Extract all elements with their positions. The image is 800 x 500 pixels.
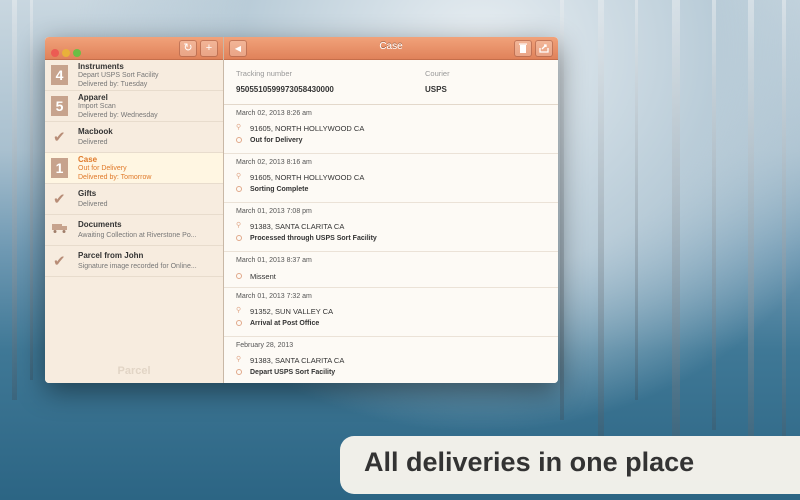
tracking-number: 9505510599973058430000	[236, 85, 334, 94]
parcel-status: Awaiting Collection at Riverstone Po...	[78, 232, 197, 239]
location-pin-icon: ⚲	[236, 173, 242, 180]
tree-decor	[635, 0, 638, 400]
tracking-header: Tracking number 9505510599973058430000 C…	[224, 59, 558, 105]
parcel-name: Gifts	[78, 189, 97, 198]
detail-pane: ◀ Case Tracking number 95055105999730584…	[224, 37, 558, 383]
parcel-name: Macbook	[78, 127, 113, 136]
event-location: 91383, SANTA CLARITA CA	[250, 356, 345, 365]
minimize-window-button[interactable]	[62, 49, 70, 57]
share-icon	[539, 44, 549, 53]
tracking-event: March 02, 2013 8:16 am ⚲ 91605, NORTH HO…	[224, 154, 558, 203]
event-location: 91383, SANTA CLARITA CA	[250, 222, 345, 231]
tree-decor	[782, 0, 786, 450]
event-status: Arrival at Post Office	[250, 320, 320, 327]
event-status: Depart USPS Sort Facility	[250, 369, 336, 376]
parcel-item-gifts[interactable]: ✔ Gifts Delivered	[45, 184, 223, 215]
event-date: March 01, 2013 8:37 am	[236, 257, 312, 264]
detail-toolbar: ◀ Case	[224, 37, 558, 60]
event-status: Processed through USPS Sort Facility	[250, 235, 377, 242]
status-dot-icon	[236, 320, 242, 326]
parcel-name: Case	[78, 155, 98, 164]
tracking-event: March 01, 2013 8:37 am Missent	[224, 252, 558, 288]
parcel-status: Delivered	[78, 139, 108, 146]
tracking-event: March 01, 2013 7:08 pm ⚲ 91383, SANTA CL…	[224, 203, 558, 252]
count-badge: 1	[51, 158, 68, 178]
parcel-item-apparel[interactable]: 5 Apparel Import Scan Delivered by: Wedn…	[45, 91, 223, 122]
event-date: March 02, 2013 8:16 am	[236, 159, 312, 166]
tree-decor	[748, 0, 754, 470]
tree-decor	[598, 0, 604, 440]
refresh-button[interactable]: ↻	[179, 40, 197, 57]
count-badge: 4	[51, 65, 68, 85]
sidebar: ↻ + 4 Instruments Depart USPS Sort Facil…	[45, 37, 224, 383]
event-location: 91352, SUN VALLEY CA	[250, 307, 334, 316]
parcel-status: Depart USPS Sort Facility	[78, 72, 159, 79]
parcel-name: Apparel	[78, 93, 108, 102]
delete-button[interactable]	[514, 40, 532, 57]
courier-value: USPS	[425, 85, 447, 94]
tracking-label: Tracking number	[236, 69, 292, 78]
tracking-event: March 01, 2013 7:32 am ⚲ 91352, SUN VALL…	[224, 288, 558, 337]
parcel-item-instruments[interactable]: 4 Instruments Depart USPS Sort Facility …	[45, 60, 223, 91]
close-window-button[interactable]	[51, 49, 59, 57]
parcel-delivery: Delivered by: Wednesday	[78, 112, 158, 119]
parcel-status: Delivered	[78, 201, 108, 208]
event-location: 91605, NORTH HOLLYWOOD CA	[250, 173, 365, 182]
parcel-name: Parcel from John	[78, 251, 144, 260]
event-status: Missent	[250, 272, 276, 281]
trash-icon	[519, 43, 527, 53]
status-dot-icon	[236, 186, 242, 192]
tree-decor	[12, 0, 17, 400]
event-date: March 01, 2013 7:32 am	[236, 293, 312, 300]
status-dot-icon	[236, 369, 242, 375]
status-dot-icon	[236, 273, 242, 279]
event-status: Out for Delivery	[250, 137, 303, 144]
plus-icon: +	[205, 42, 213, 54]
parcel-delivery: Delivered by: Tuesday	[78, 81, 148, 88]
parcel-delivery: Delivered by: Tomorrow	[78, 174, 152, 181]
event-date: March 02, 2013 8:26 am	[236, 110, 312, 117]
parcel-item-macbook[interactable]: ✔ Macbook Delivered	[45, 122, 223, 153]
parcel-status: Out for Delivery	[78, 165, 127, 172]
event-date: February 28, 2013	[236, 342, 294, 349]
tree-decor	[560, 0, 564, 420]
event-date: March 01, 2013 7:08 pm	[236, 208, 312, 215]
parcel-item-documents[interactable]: Documents Awaiting Collection at Riverst…	[45, 215, 223, 246]
tree-decor	[30, 0, 33, 380]
status-dot-icon	[236, 235, 242, 241]
app-window: ↻ + 4 Instruments Depart USPS Sort Facil…	[45, 37, 558, 383]
location-pin-icon: ⚲	[236, 222, 242, 229]
count-badge: 5	[51, 96, 68, 116]
parcel-name: Documents	[78, 220, 122, 229]
location-pin-icon: ⚲	[236, 356, 242, 363]
check-icon: ✔	[53, 191, 66, 208]
tree-decor	[672, 0, 680, 460]
status-dot-icon	[236, 137, 242, 143]
sidebar-toolbar: ↻ +	[45, 37, 223, 60]
refresh-icon: ↻	[183, 42, 193, 54]
tree-decor	[712, 0, 716, 430]
page-title: Case	[379, 41, 403, 52]
add-parcel-button[interactable]: +	[200, 40, 218, 57]
event-location: 91605, NORTH HOLLYWOOD CA	[250, 124, 365, 133]
location-pin-icon: ⚲	[236, 307, 242, 314]
location-pin-icon: ⚲	[236, 124, 242, 131]
app-brand: Parcel	[117, 365, 151, 377]
zoom-window-button[interactable]	[73, 49, 81, 57]
courier-label: Courier	[425, 69, 450, 78]
check-icon: ✔	[53, 253, 66, 270]
parcel-status: Signature image recorded for Online...	[78, 263, 197, 270]
parcel-name: Instruments	[78, 62, 124, 71]
promo-banner: All deliveries in one place	[340, 436, 800, 494]
tracking-event: March 02, 2013 8:26 am ⚲ 91605, NORTH HO…	[224, 105, 558, 154]
parcel-status: Import Scan	[78, 103, 116, 110]
banner-text: All deliveries in one place	[364, 447, 695, 477]
truck-icon	[52, 224, 67, 233]
share-button[interactable]	[535, 40, 553, 57]
event-status: Sorting Complete	[250, 186, 309, 193]
parcel-item-parcel-from-john[interactable]: ✔ Parcel from John Signature image recor…	[45, 246, 223, 277]
tracking-event: February 28, 2013 ⚲ 91383, SANTA CLARITA…	[224, 337, 558, 383]
check-icon: ✔	[53, 129, 66, 146]
parcel-item-case[interactable]: 1 Case Out for Delivery Delivered by: To…	[45, 153, 223, 184]
